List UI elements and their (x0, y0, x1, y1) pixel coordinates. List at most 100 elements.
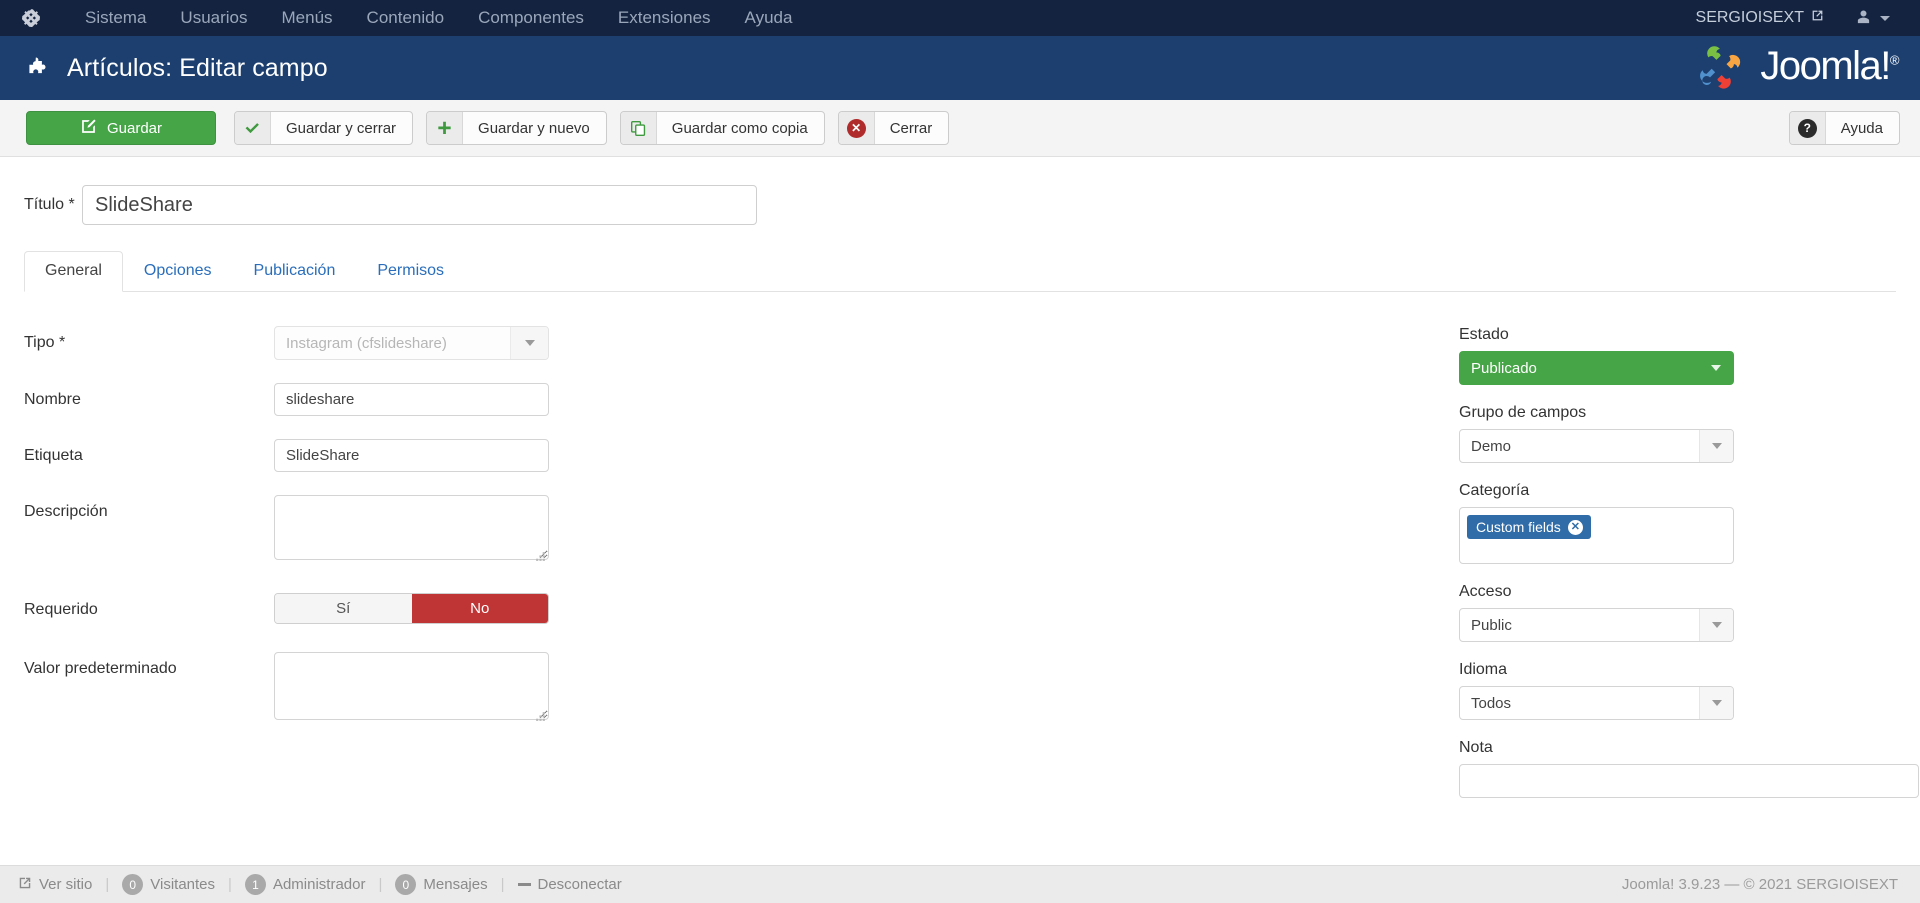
editor-tabs: General Opciones Publicación Permisos (24, 251, 1896, 292)
close-circle-icon[interactable]: ✕ (1567, 519, 1583, 535)
save-and-new-button[interactable]: Guardar y nuevo (426, 111, 607, 145)
check-icon (235, 112, 271, 144)
visitors-counter[interactable]: 0 Visitantes (109, 874, 228, 895)
sidebar-group-grupo-campos: Grupo de campos Demo (1459, 404, 1914, 463)
nav-item-componentes[interactable]: Componentes (461, 0, 601, 36)
messages-counter[interactable]: 0 Mensajes (382, 874, 500, 895)
close-circle-icon: ✕ (838, 112, 875, 144)
nombre-label: Nombre (24, 391, 81, 408)
administrators-label: Administrador (272, 876, 366, 893)
administrators-counter[interactable]: 1 Administrador (232, 874, 379, 895)
idioma-select-value: Todos (1471, 694, 1512, 712)
joomla-logo-icon[interactable] (20, 7, 42, 29)
editor-toolbar: Guardar Guardar y cerrar Guardar y nuevo… (0, 100, 1920, 157)
save-button-label: Guardar (106, 119, 163, 137)
categoria-chip: Custom fields ✕ (1467, 515, 1591, 539)
field-row-etiqueta: Etiqueta (24, 439, 1454, 472)
title-input[interactable] (82, 185, 757, 225)
nota-label: Nota (1459, 739, 1493, 756)
acceso-select-value: Public (1471, 616, 1512, 634)
estado-select[interactable]: Publicado (1459, 351, 1734, 385)
chevron-down-icon (1699, 687, 1733, 719)
nav-item-usuarios[interactable]: Usuarios (163, 0, 264, 36)
tipo-label: Tipo * (24, 334, 66, 351)
logout-label: Desconectar (537, 876, 622, 893)
requerido-label: Requerido (24, 601, 98, 618)
valor-predeterminado-label: Valor predeterminado (24, 660, 177, 677)
save-button[interactable]: Guardar (26, 111, 216, 145)
nombre-input[interactable] (274, 383, 549, 416)
question-circle-icon: ? (1789, 112, 1826, 144)
requerido-option-si[interactable]: Sí (275, 594, 412, 623)
categoria-chip-field[interactable]: Custom fields ✕ (1459, 507, 1734, 564)
site-name-link[interactable]: SERGIOISEXT (1682, 9, 1838, 27)
tab-general[interactable]: General (24, 251, 123, 292)
field-row-tipo: Tipo * Instagram (cfslideshare) (24, 326, 1454, 360)
tipo-select-value: Instagram (cfslideshare) (286, 334, 447, 352)
tab-opciones[interactable]: Opciones (123, 251, 233, 292)
view-site-link[interactable]: Ver sitio (18, 876, 105, 894)
top-navigation-bar: Sistema Usuarios Menús Contenido Compone… (0, 0, 1920, 36)
chevron-down-icon (510, 327, 548, 359)
visitors-count-badge: 0 (122, 874, 144, 895)
grupo-campos-select-value: Demo (1471, 437, 1512, 455)
registered-mark: ® (1889, 52, 1900, 68)
sidebar-group-acceso: Acceso Public (1459, 583, 1914, 642)
descripcion-textarea[interactable] (274, 495, 549, 560)
chevron-down-icon (1699, 352, 1733, 384)
general-form-column: Tipo * Instagram (cfslideshare) Nombre E… (24, 326, 1454, 817)
user-icon (1856, 9, 1871, 28)
copy-icon (620, 112, 657, 144)
title-field-label: Título * (24, 196, 75, 213)
tipo-select[interactable]: Instagram (cfslideshare) (274, 326, 549, 360)
grupo-campos-label: Grupo de campos (1459, 404, 1587, 421)
chevron-down-icon (1699, 609, 1733, 641)
nav-item-extensiones[interactable]: Extensiones (601, 0, 728, 36)
nota-input[interactable] (1459, 764, 1919, 798)
descripcion-label: Descripción (24, 503, 108, 520)
idioma-select[interactable]: Todos (1459, 686, 1734, 720)
requerido-option-no[interactable]: No (411, 594, 548, 623)
valor-predeterminado-textarea[interactable] (274, 652, 549, 720)
view-site-label: Ver sitio (39, 876, 93, 893)
close-button[interactable]: ✕ Cerrar (837, 111, 950, 145)
etiqueta-input[interactable] (274, 439, 549, 472)
sidebar-group-idioma: Idioma Todos (1459, 661, 1914, 720)
messages-count-badge: 0 (395, 874, 417, 895)
tab-publicacion[interactable]: Publicación (233, 251, 357, 292)
nav-item-contenido[interactable]: Contenido (350, 0, 462, 36)
logout-link[interactable]: Desconectar (505, 876, 635, 893)
sidebar-group-nota: Nota (1459, 739, 1919, 798)
nav-item-ayuda[interactable]: Ayuda (728, 0, 810, 36)
joomla-brand-logo: Joomla!® (1688, 44, 1900, 91)
puzzle-piece-icon (24, 55, 51, 82)
nav-item-sistema[interactable]: Sistema (68, 0, 163, 36)
external-link-icon (18, 876, 32, 894)
nav-item-menus[interactable]: Menús (265, 0, 350, 36)
field-row-descripcion: Descripción (24, 495, 1454, 565)
save-as-copy-button[interactable]: Guardar como copia (619, 111, 825, 145)
minus-icon (517, 883, 531, 886)
field-row-valor-predeterminado: Valor predeterminado (24, 652, 1454, 725)
acceso-select[interactable]: Public (1459, 608, 1734, 642)
help-button[interactable]: ? Ayuda (1788, 111, 1900, 145)
external-link-icon (1811, 9, 1824, 27)
tab-permisos[interactable]: Permisos (356, 251, 465, 292)
idioma-label: Idioma (1459, 661, 1508, 678)
page-title: Artículos: Editar campo (67, 53, 328, 82)
estado-label: Estado (1459, 326, 1509, 343)
grupo-campos-select[interactable]: Demo (1459, 429, 1734, 463)
user-menu-button[interactable] (1838, 9, 1904, 28)
categoria-chip-label: Custom fields (1476, 519, 1561, 535)
acceso-label: Acceso (1459, 583, 1512, 600)
field-row-nombre: Nombre (24, 383, 1454, 416)
estado-select-value: Publicado (1471, 359, 1537, 377)
site-name-label: SERGIOISEXT (1695, 9, 1804, 26)
administrators-count-badge: 1 (244, 874, 266, 895)
save-and-close-button[interactable]: Guardar y cerrar (234, 111, 414, 145)
top-navigation-right: SERGIOISEXT (1682, 0, 1920, 36)
categoria-label: Categoría (1459, 482, 1530, 499)
save-as-copy-label: Guardar como copia (671, 119, 808, 137)
sidebar-group-estado: Estado Publicado (1459, 326, 1914, 385)
requerido-toggle[interactable]: Sí No (274, 593, 549, 624)
